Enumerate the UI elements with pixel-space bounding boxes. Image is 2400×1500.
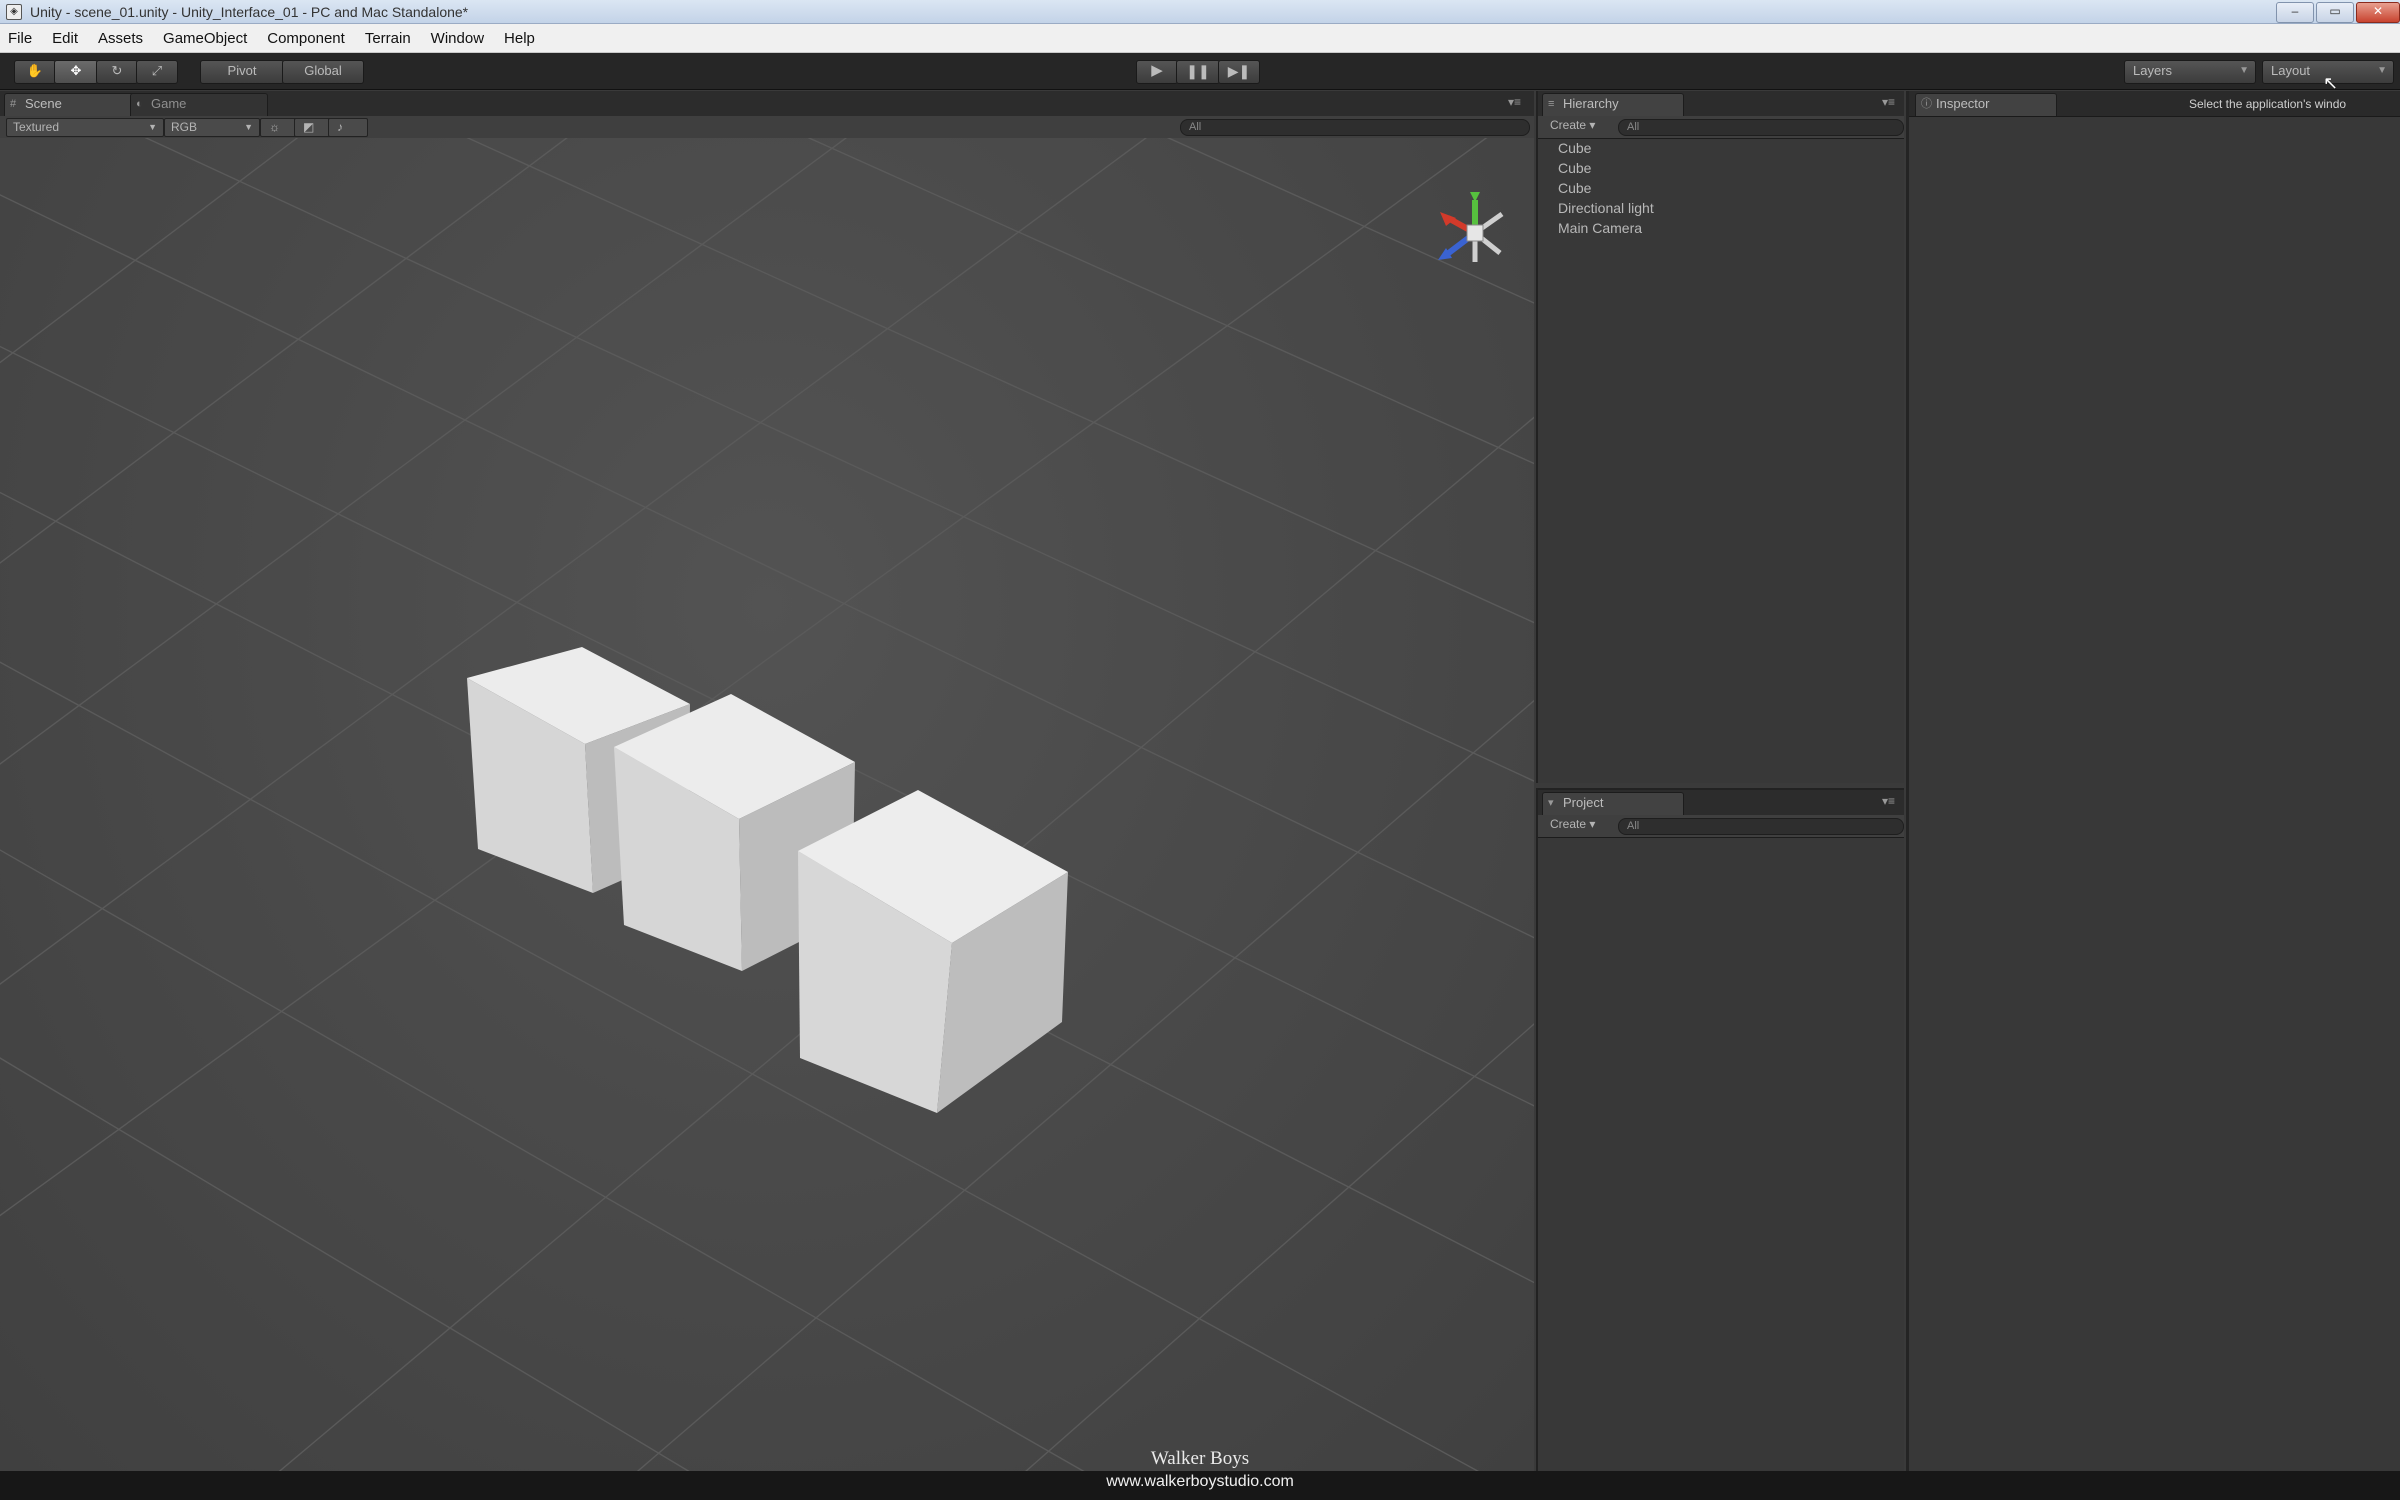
move-tool-icon[interactable]: ✥ [54,60,98,84]
layout-label: Layout [2271,63,2311,78]
rotate-tool-icon[interactable]: ↻ [96,60,138,84]
tab-project-label: Project [1563,795,1604,810]
tab-scene[interactable]: # Scene [4,93,142,116]
window-title: Unity - scene_01.unity - Unity_Interface… [30,3,469,20]
play-button[interactable]: ▶ [1136,60,1178,84]
chevron-down-icon: ▼ [148,122,157,132]
menu-assets[interactable]: Assets [90,30,155,47]
unity-logo-icon: ◈ [6,3,22,20]
hierarchy-item-main-camera[interactable]: Main Camera [1558,220,1642,236]
project-panel: ▾ Project ▾≡ Create ▾ All [1536,788,1904,1471]
shading-mode-value: Textured [13,120,60,134]
menu-terrain[interactable]: Terrain [357,30,423,47]
step-button[interactable]: ▶❚ [1218,60,1260,84]
layers-dropdown[interactable]: Layers ▼ [2124,60,2256,84]
tab-inspector-label: Inspector [1936,96,1990,111]
hierarchy-item-cube[interactable]: Cube [1558,140,1591,156]
hierarchy-tab-strip: ≡ Hierarchy ▾≡ [1538,91,1904,117]
hierarchy-create-button[interactable]: Create ▾ [1550,118,1595,132]
global-toggle-button[interactable]: Global [282,60,364,84]
scene-search-placeholder: All [1189,121,1202,133]
project-icon: ▾ [1548,797,1554,809]
hand-tool-icon[interactable]: ✋ [14,60,56,84]
project-controls-bar: Create ▾ All [1538,815,1904,838]
project-tab-strip: ▾ Project ▾≡ [1538,790,1904,816]
scene-search-input[interactable]: All [1180,119,1530,136]
render-mode-dropdown[interactable]: RGB ▼ [164,118,260,137]
chevron-down-icon: ▼ [2377,65,2387,76]
menu-gameobject[interactable]: GameObject [155,30,259,47]
tab-game-label: Game [151,96,187,111]
view-orientation-gizmo-icon[interactable] [1438,192,1504,262]
scale-tool-icon[interactable]: ⤢ [136,60,178,84]
scene-controls-bar: Textured ▼ RGB ▼ ☼ ◩ ♪ All [0,116,1534,139]
pivot-toggle-button[interactable]: Pivot [200,60,284,84]
menu-help[interactable]: Help [496,30,547,47]
main-toolbar: ✋ ✥ ↻ ⤢ Pivot Global ▶ ❚❚ ▶❚ Layers ▼ La… [0,53,2400,90]
panel-menu-icon[interactable]: ▾≡ [1508,95,1521,109]
render-mode-value: RGB [171,120,198,134]
hierarchy-search-placeholder: All [1627,121,1640,133]
chevron-down-icon: ▼ [244,122,253,132]
menu-bar: File Edit Assets GameObject Component Te… [0,24,2400,53]
panel-menu-icon[interactable]: ▾≡ [1882,794,1895,808]
game-icon: ◐ [136,98,143,110]
scene-panel: # Scene ◐ Game ▾≡ Textured ▼ RGB ▼ ☼ ◩ ♪… [0,91,1534,1471]
project-create-label: Create [1550,817,1587,831]
chevron-down-icon: ▼ [2239,65,2249,76]
hierarchy-item-cube[interactable]: Cube [1558,160,1591,176]
hierarchy-search-input[interactable]: All [1618,119,1904,136]
panel-menu-icon[interactable]: ▾≡ [1882,95,1895,109]
tab-project[interactable]: ▾ Project [1542,792,1684,815]
tab-hierarchy-label: Hierarchy [1563,96,1619,111]
project-search-input[interactable]: All [1618,818,1904,835]
layers-label: Layers [2133,63,2173,78]
scene-viewport[interactable] [0,138,1534,1471]
pivot-label: Pivot [227,63,257,78]
menu-file[interactable]: File [0,30,44,47]
project-search-placeholder: All [1627,820,1640,832]
tab-hierarchy[interactable]: ≡ Hierarchy [1542,93,1684,116]
hierarchy-controls-bar: Create ▾ All [1538,116,1904,139]
window-title-bar: ◈ Unity - scene_01.unity - Unity_Interfa… [0,0,2400,24]
tab-inspector[interactable]: ⓘ Inspector [1915,93,2057,116]
inspector-icon: ⓘ [1921,98,1932,110]
tab-scene-label: Scene [25,96,62,111]
hierarchy-item-directional-light[interactable]: Directional light [1558,200,1654,216]
menu-window[interactable]: Window [423,30,496,47]
inspector-tab-strip: ⓘ Inspector Select the application's win… [1909,91,2400,117]
shading-mode-dropdown[interactable]: Textured ▼ [6,118,164,137]
tab-game[interactable]: ◐ Game [130,93,268,116]
hierarchy-icon: ≡ [1548,98,1555,110]
hierarchy-item-cube[interactable]: Cube [1558,180,1591,196]
project-create-button[interactable]: Create ▾ [1550,817,1595,831]
close-icon[interactable]: ✕ [2356,2,2400,23]
audio-toggle-icon[interactable]: ♪ [328,118,368,137]
scene-grid-canvas [0,138,1534,1471]
credit-title: Walker Boys [1150,1448,1250,1469]
layout-tooltip: Select the application's windo [2189,97,2347,111]
global-label: Global [304,63,342,78]
credit-url: www.walkerboystudio.com [1106,1473,1294,1490]
mouse-cursor-icon: ↖ [2323,73,2339,93]
hierarchy-create-label: Create [1550,118,1587,132]
scene-tab-strip: # Scene ◐ Game ▾≡ [0,91,1534,117]
maximize-icon[interactable]: ▭ [2316,2,2354,23]
menu-edit[interactable]: Edit [44,30,90,47]
menu-component[interactable]: Component [259,30,357,47]
cube-3[interactable] [798,790,1068,1113]
scene-icon: # [10,98,17,110]
pause-button[interactable]: ❚❚ [1176,60,1220,84]
hierarchy-panel: ≡ Hierarchy ▾≡ Create ▾ All Cube Cube Cu… [1536,91,1904,783]
minimize-icon[interactable]: – [2276,2,2314,23]
inspector-panel: ⓘ Inspector Select the application's win… [1906,73,2400,1471]
